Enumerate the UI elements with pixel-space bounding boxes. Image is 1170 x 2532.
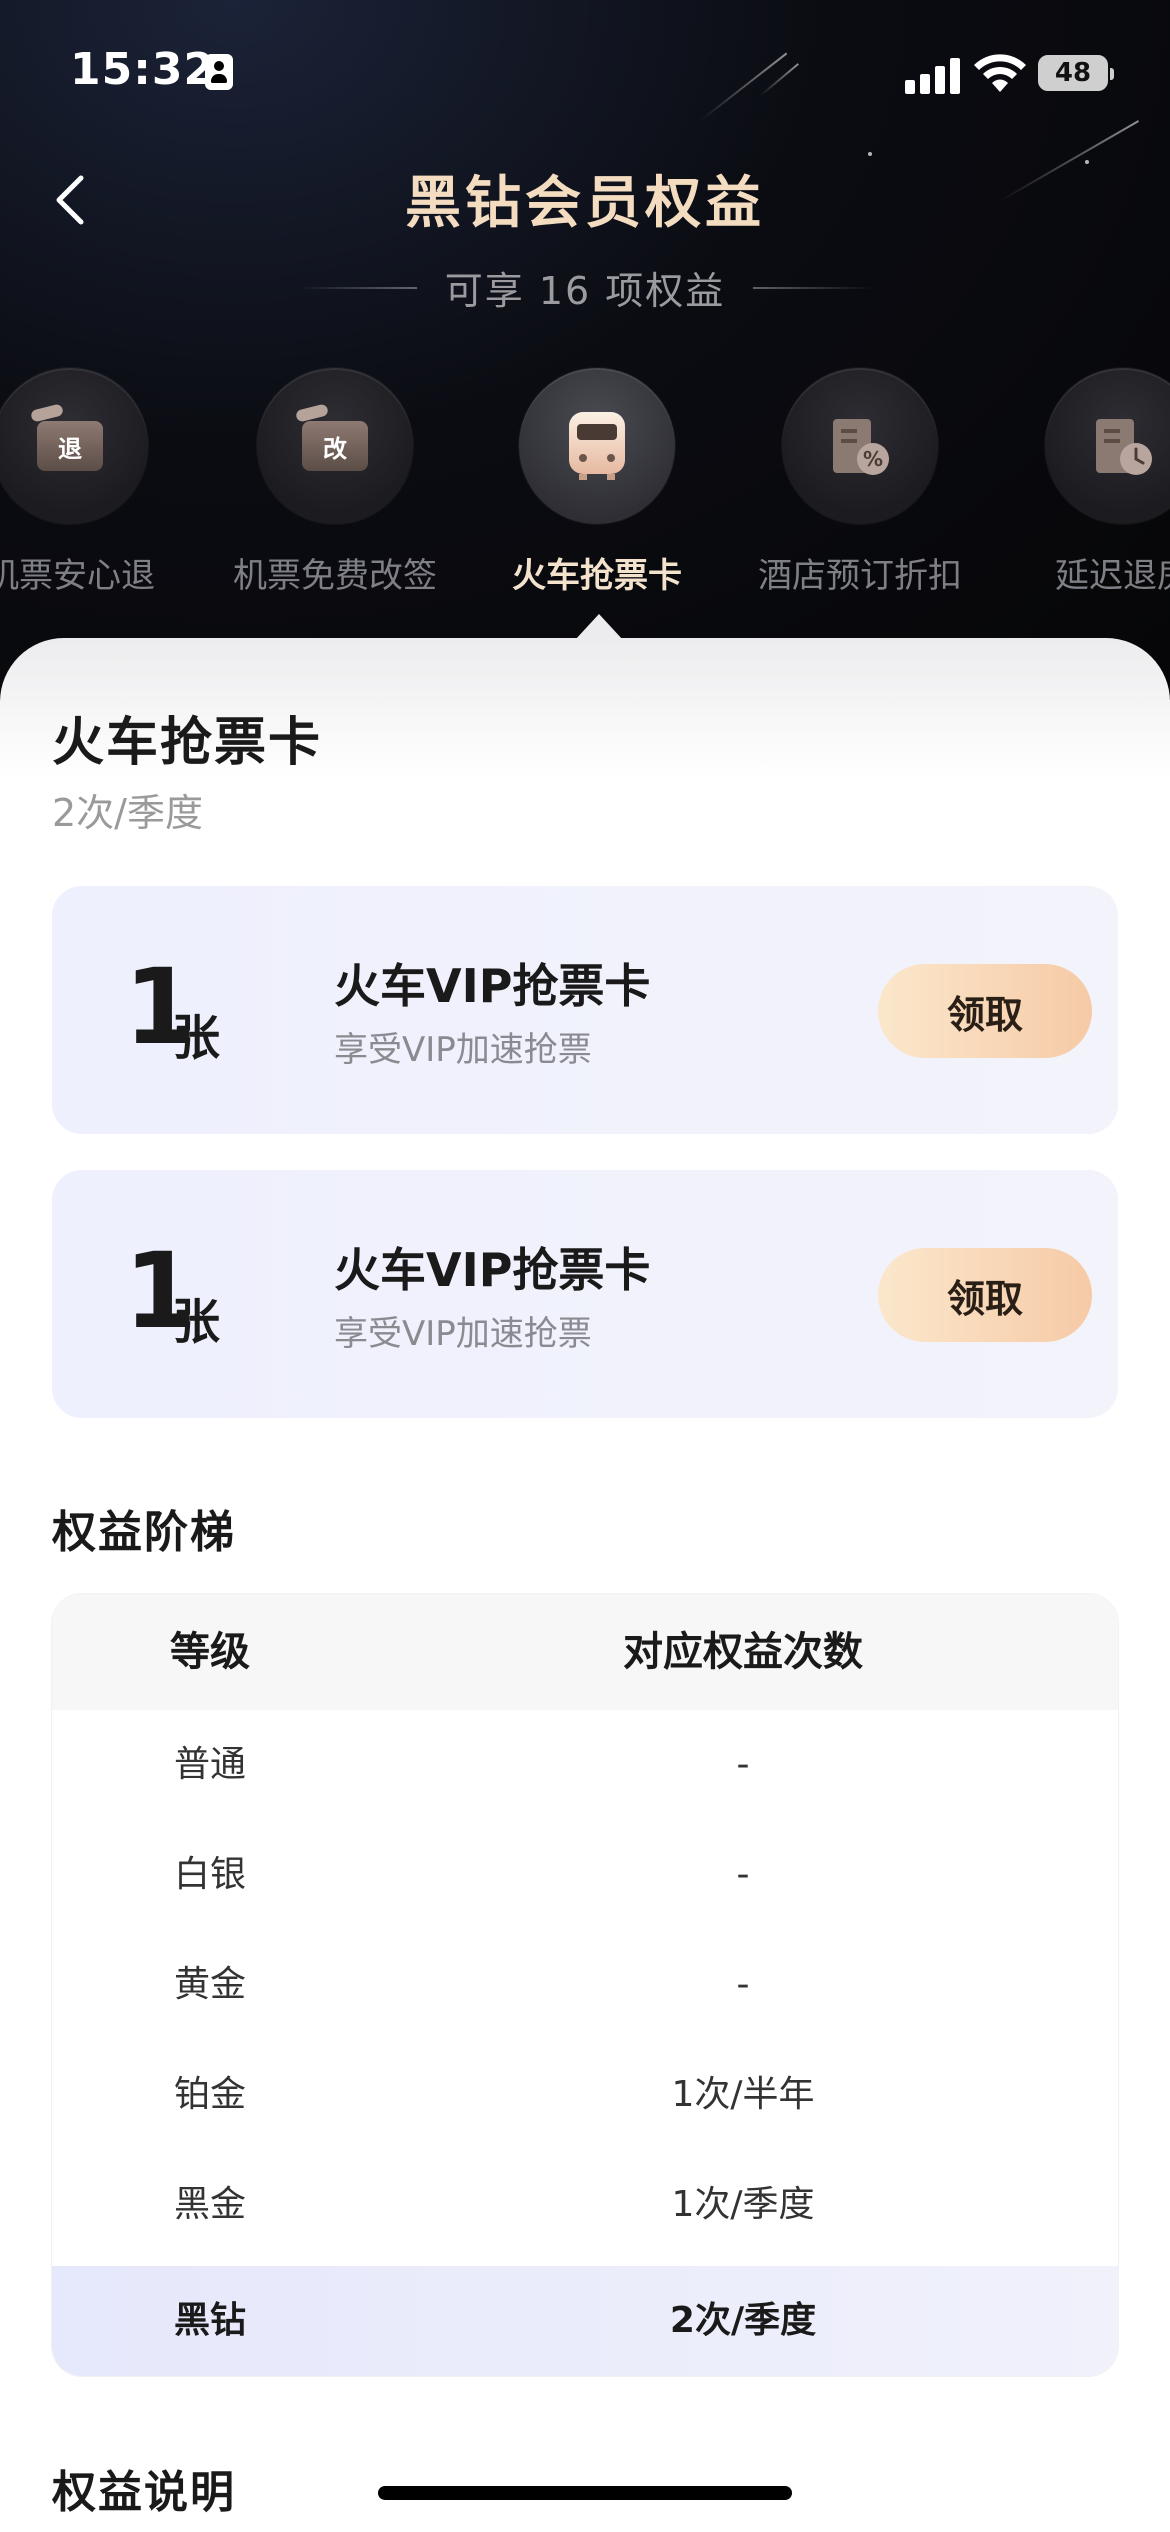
benefit-tab-change[interactable]: 改 机票免费改签 — [230, 368, 440, 597]
active-tab-pointer — [575, 614, 623, 640]
voucher-card: 1 张 火车VIP抢票卡 享受VIP加速抢票 领取 — [52, 1170, 1118, 1418]
table-row: 普通 - — [52, 1710, 1118, 1820]
benefit-count-subtitle: 可享 16 项权益 — [444, 269, 726, 313]
claim-button[interactable]: 领取 — [878, 964, 1092, 1058]
benefit-ladder-table: 等级 对应权益次数 普通 - 白银 - 黄金 - 铂金 1次/半年 黑金 1次/… — [52, 1594, 1118, 2376]
voucher-description: 享受VIP加速抢票 — [334, 1030, 592, 1070]
hero-header: 15:32 48 黑钻会员权益 可享 16 项权益 退 机票安心退 改 机票免费… — [0, 0, 1170, 700]
status-time: 15:32 — [70, 44, 216, 95]
benefit-icon-circle — [1045, 368, 1170, 524]
voucher-name: 火车VIP抢票卡 — [334, 1243, 651, 1297]
decor-streak — [699, 52, 788, 122]
table-cell-level: 普通 — [173, 1744, 246, 1785]
svg-text:%: % — [863, 447, 883, 471]
table-cell-count: - — [736, 1964, 750, 2005]
benefit-label: 酒店预订折扣 — [758, 556, 962, 596]
voucher-unit: 张 — [172, 1294, 221, 1350]
divider-line — [296, 286, 417, 289]
claim-button[interactable]: 领取 — [878, 1248, 1092, 1342]
table-cell-level: 黑钻 — [173, 2300, 246, 2341]
table-cell-count: - — [736, 1744, 750, 1785]
table-cell-level: 黄金 — [173, 1964, 246, 2005]
explain-section-title: 权益说明 — [52, 2467, 236, 2518]
table-row: 黑金 1次/季度 — [52, 2150, 1118, 2260]
table-header-row: 等级 对应权益次数 — [52, 1594, 1118, 1710]
benefit-icon-circle: 改 — [257, 368, 413, 524]
table-cell-level: 黑金 — [173, 2184, 246, 2225]
cellular-signal-icon — [905, 56, 961, 94]
table-cell-level: 铂金 — [173, 2074, 246, 2115]
table-cell-count: - — [736, 1854, 750, 1895]
hotel-discount-icon: % — [833, 419, 889, 475]
benefit-tab-refund[interactable]: 退 机票安心退 — [0, 368, 175, 597]
table-cell-level: 白银 — [173, 1854, 246, 1895]
decor-star — [868, 152, 872, 156]
home-indicator[interactable] — [378, 2486, 792, 2500]
voucher-unit: 张 — [172, 1010, 221, 1066]
ladder-section-title: 权益阶梯 — [52, 1507, 236, 1558]
page-title: 黑钻会员权益 — [405, 171, 765, 236]
benefit-detail-title: 火车抢票卡 — [52, 713, 323, 773]
table-cell-count: 2次/季度 — [669, 2300, 817, 2341]
id-card-icon — [205, 54, 233, 90]
benefit-label: 延迟退房 — [1055, 556, 1170, 596]
benefit-label: 火车抢票卡 — [512, 556, 682, 596]
benefit-icon-circle — [519, 368, 675, 524]
divider-line — [753, 286, 874, 289]
benefit-tab-late-checkout[interactable]: 延迟退房 — [1018, 368, 1170, 597]
table-row-current-level: 黑钻 2次/季度 — [52, 2266, 1118, 2376]
train-icon — [569, 412, 625, 480]
table-row: 黄金 - — [52, 1930, 1118, 2040]
table-row: 铂金 1次/半年 — [52, 2040, 1118, 2150]
voucher-card: 1 张 火车VIP抢票卡 享受VIP加速抢票 领取 — [52, 886, 1118, 1134]
refund-ticket-icon: 退 — [30, 403, 103, 471]
table-cell-count: 1次/半年 — [671, 2074, 815, 2115]
table-header-level: 等级 — [170, 1629, 250, 1675]
table-cell-count: 1次/季度 — [671, 2184, 815, 2225]
benefit-icon-circle: 退 — [0, 368, 148, 524]
table-header-count: 对应权益次数 — [623, 1629, 863, 1675]
battery-indicator: 48 — [1038, 55, 1114, 91]
benefit-tab-hotel-discount[interactable]: % 酒店预订折扣 — [755, 368, 965, 597]
benefit-icon-circle: % — [782, 368, 938, 524]
change-ticket-icon: 改 — [295, 403, 368, 471]
late-checkout-icon — [1096, 419, 1152, 475]
benefit-frequency: 2次/季度 — [52, 791, 203, 835]
subtitle-row: 可享 16 项权益 — [0, 260, 1170, 315]
voucher-description: 享受VIP加速抢票 — [334, 1314, 592, 1354]
benefit-label: 机票免费改签 — [233, 556, 437, 596]
benefit-tab-train[interactable]: 火车抢票卡 — [492, 368, 702, 597]
voucher-name: 火车VIP抢票卡 — [334, 959, 651, 1013]
wifi-icon — [974, 54, 1026, 92]
benefit-label: 机票安心退 — [0, 556, 155, 596]
table-row: 白银 - — [52, 1820, 1118, 1930]
